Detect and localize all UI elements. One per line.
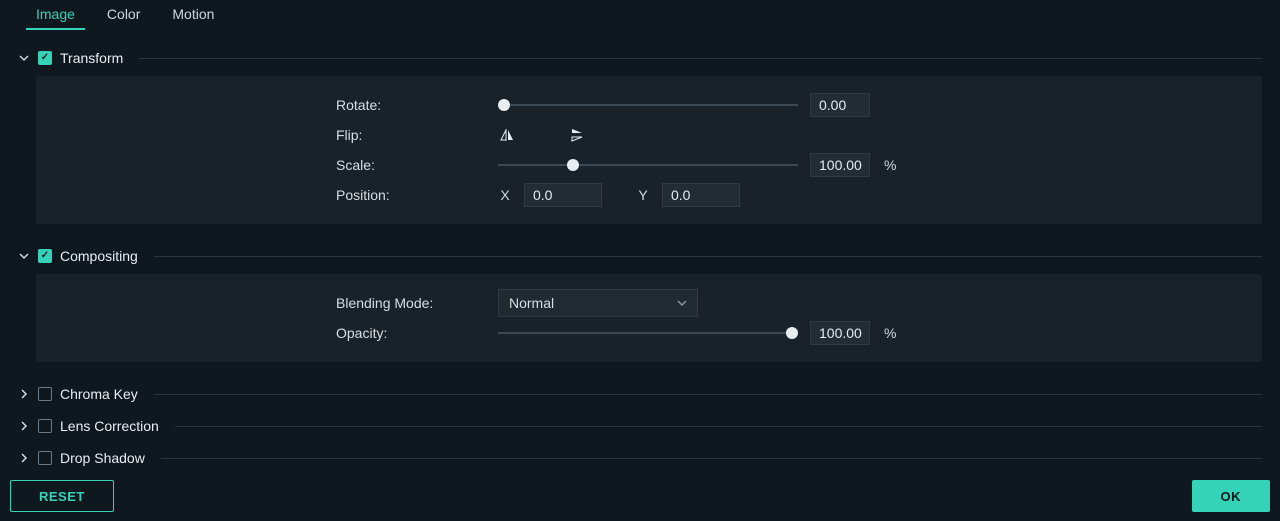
- input-opacity[interactable]: 100.00: [810, 321, 870, 345]
- tab-color[interactable]: Color: [107, 6, 140, 28]
- chevron-right-icon[interactable]: [18, 388, 30, 400]
- unit-scale: %: [884, 157, 896, 173]
- divider: [154, 394, 1262, 395]
- section-title-compositing: Compositing: [60, 248, 138, 264]
- select-blending-mode[interactable]: Normal: [498, 289, 698, 317]
- slider-rotate[interactable]: [498, 97, 798, 113]
- chevron-down-icon[interactable]: [18, 52, 30, 64]
- section-header-drop-shadow: Drop Shadow: [18, 440, 1262, 472]
- checkbox-chroma-key[interactable]: [38, 387, 52, 401]
- label-flip: Flip:: [336, 127, 486, 143]
- input-rotate[interactable]: 0.00: [810, 93, 870, 117]
- chevron-down-icon[interactable]: [18, 250, 30, 262]
- tab-strip: Image Color Motion: [0, 0, 1280, 34]
- label-scale: Scale:: [336, 157, 486, 173]
- chevron-down-icon: [677, 295, 687, 311]
- section-title-transform: Transform: [60, 50, 123, 66]
- section-header-compositing: ✓ Compositing: [18, 238, 1262, 270]
- input-position-x[interactable]: 0.0: [524, 183, 602, 207]
- section-header-transform: ✓ Transform: [18, 40, 1262, 72]
- label-y: Y: [636, 187, 650, 203]
- label-blending-mode: Blending Mode:: [336, 295, 486, 311]
- reset-button[interactable]: RESET: [10, 480, 114, 512]
- input-scale[interactable]: 100.00: [810, 153, 870, 177]
- flip-vertical-icon[interactable]: [568, 126, 586, 144]
- input-position-y[interactable]: 0.0: [662, 183, 740, 207]
- section-header-chroma-key: Chroma Key: [18, 376, 1262, 408]
- panel-compositing: Blending Mode: Normal Opacity: 100.00 %: [36, 274, 1262, 362]
- footer-bar: RESET OK: [0, 475, 1280, 521]
- section-header-lens-correction: Lens Correction: [18, 408, 1262, 440]
- slider-opacity[interactable]: [498, 325, 798, 341]
- checkbox-transform[interactable]: ✓: [38, 51, 52, 65]
- content-scroll[interactable]: ✓ Transform Rotate: 0.00 Flip: Scale:: [0, 34, 1280, 474]
- select-blending-mode-value: Normal: [509, 295, 554, 311]
- checkbox-lens-correction[interactable]: [38, 419, 52, 433]
- section-title-lens-correction: Lens Correction: [60, 418, 159, 434]
- flip-horizontal-icon[interactable]: [498, 126, 516, 144]
- unit-opacity: %: [884, 325, 896, 341]
- checkbox-compositing[interactable]: ✓: [38, 249, 52, 263]
- chevron-right-icon[interactable]: [18, 420, 30, 432]
- label-opacity: Opacity:: [336, 325, 486, 341]
- divider: [175, 426, 1262, 427]
- ok-button[interactable]: OK: [1192, 480, 1271, 512]
- label-x: X: [498, 187, 512, 203]
- checkbox-drop-shadow[interactable]: [38, 451, 52, 465]
- divider: [161, 458, 1262, 459]
- panel-transform: Rotate: 0.00 Flip: Scale: 100.00: [36, 76, 1262, 224]
- section-title-drop-shadow: Drop Shadow: [60, 450, 145, 466]
- tab-image[interactable]: Image: [36, 6, 75, 28]
- section-title-chroma-key: Chroma Key: [60, 386, 138, 402]
- chevron-right-icon[interactable]: [18, 452, 30, 464]
- label-position: Position:: [336, 187, 486, 203]
- divider: [139, 58, 1262, 59]
- slider-scale[interactable]: [498, 157, 798, 173]
- tab-motion[interactable]: Motion: [172, 6, 214, 28]
- divider: [154, 256, 1262, 257]
- label-rotate: Rotate:: [336, 97, 486, 113]
